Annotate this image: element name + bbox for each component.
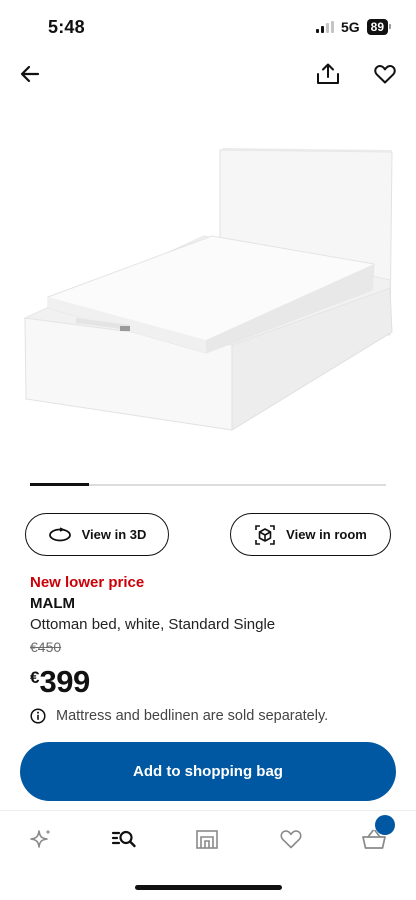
ar-cube-icon bbox=[255, 524, 275, 545]
heart-icon bbox=[374, 65, 396, 84]
product-name: MALM bbox=[30, 595, 75, 612]
search-list-icon bbox=[111, 830, 136, 848]
view-in-room-button[interactable]: View in room bbox=[230, 513, 391, 556]
back-arrow-icon bbox=[20, 65, 40, 83]
availability-notice: Mattress and bedlinen are sold separatel… bbox=[30, 708, 328, 724]
view-in-3d-label: View in 3D bbox=[81, 527, 147, 542]
price-currency: € bbox=[30, 668, 40, 687]
carousel-active-thumb bbox=[30, 483, 90, 486]
tab-search[interactable] bbox=[108, 823, 140, 855]
sparkle-icon bbox=[30, 829, 51, 848]
info-icon bbox=[30, 708, 46, 724]
home-indicator bbox=[135, 885, 282, 890]
status-time: 5:48 bbox=[48, 17, 85, 37]
notice-text: Mattress and bedlinen are sold separatel… bbox=[56, 708, 329, 724]
status-bar: 5:48 5G 89 bbox=[0, 0, 416, 54]
network-label: 5G bbox=[340, 19, 360, 35]
price-tag: New lower price bbox=[30, 574, 145, 591]
view-in-room-label: View in room bbox=[286, 527, 367, 542]
rotate-3d-icon bbox=[48, 526, 71, 541]
status-indicators: 5G 89 bbox=[315, 19, 392, 35]
share-icon bbox=[317, 63, 339, 84]
old-price: €450 bbox=[30, 639, 62, 655]
tab-shopping-bag[interactable] bbox=[358, 815, 395, 855]
tab-stores[interactable] bbox=[191, 823, 223, 855]
signal-icon bbox=[315, 21, 334, 33]
cart-badge bbox=[375, 815, 395, 835]
product-image[interactable] bbox=[20, 140, 396, 440]
top-nav bbox=[0, 56, 416, 92]
bed-illustration bbox=[23, 148, 393, 431]
view-in-3d-button[interactable]: View in 3D bbox=[25, 513, 169, 556]
share-button[interactable] bbox=[310, 56, 346, 92]
favorite-button[interactable] bbox=[367, 56, 403, 92]
back-button[interactable] bbox=[12, 56, 48, 92]
tab-favourites[interactable] bbox=[275, 823, 307, 855]
heart-icon bbox=[280, 830, 302, 849]
current-price: € 399 bbox=[30, 664, 90, 700]
product-description: Ottoman bed, white, Standard Single bbox=[30, 616, 276, 633]
tab-inspiration[interactable] bbox=[25, 823, 57, 855]
price-amount: 399 bbox=[39, 664, 90, 699]
battery-icon: 89 bbox=[366, 19, 392, 35]
bottom-tab-bar bbox=[0, 810, 416, 862]
add-to-bag-button[interactable]: Add to shopping bag bbox=[20, 742, 396, 801]
store-icon bbox=[196, 830, 218, 849]
carousel-indicator bbox=[30, 483, 386, 486]
